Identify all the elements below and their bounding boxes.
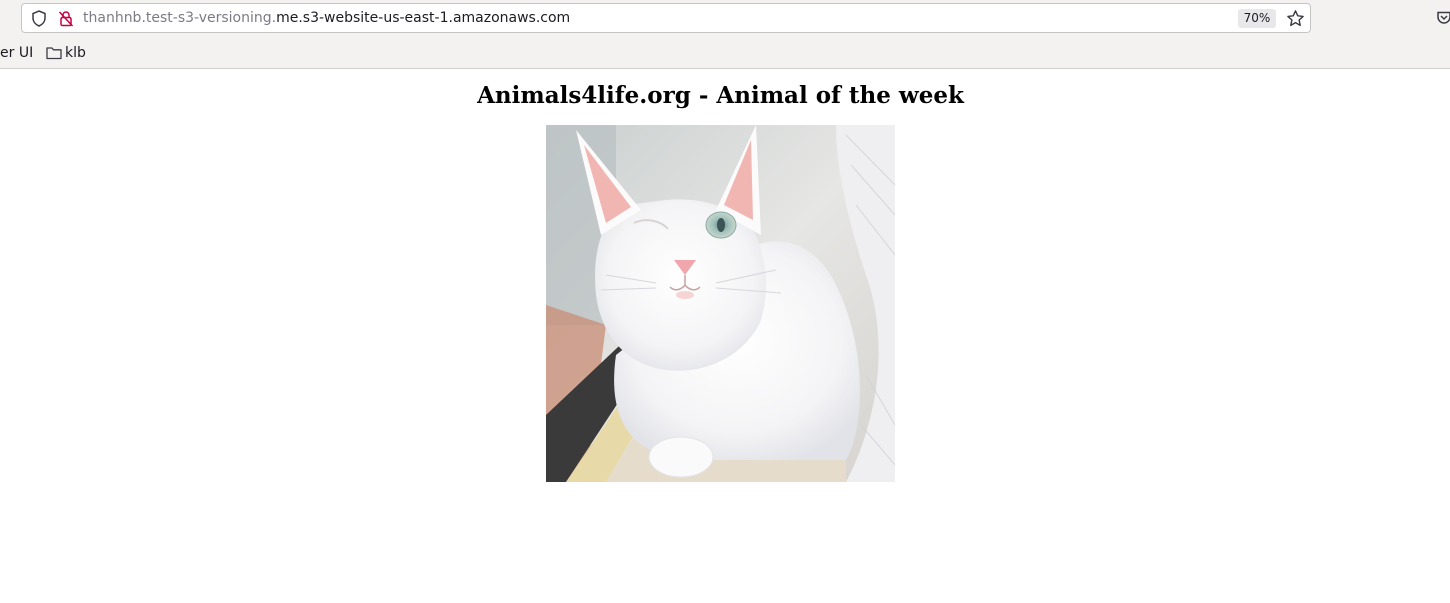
shield-icon[interactable] <box>31 10 47 27</box>
folder-icon <box>46 47 62 60</box>
url-text[interactable]: thanhnb.test-s3-versioning.me.s3-website… <box>83 9 570 27</box>
cat-photo <box>546 125 895 482</box>
lock-icon[interactable] <box>58 10 74 27</box>
page-title: Animals4life.org - Animal of the week <box>477 82 964 109</box>
bookmark-item-partial[interactable]: er UI <box>0 44 33 62</box>
url-host-domain: me.s3-website-us-east-1.amazonaws.com <box>276 10 571 26</box>
bookmark-label: er UI <box>0 45 34 61</box>
bookmark-label: klb <box>65 45 86 61</box>
pocket-icon[interactable] <box>1436 10 1450 26</box>
star-icon[interactable] <box>1286 9 1305 28</box>
bookmark-folder-klb[interactable]: klb <box>46 44 86 62</box>
zoom-level-button[interactable]: 70% <box>1238 9 1276 28</box>
url-host-prefix: thanhnb.test-s3-versioning. <box>83 10 277 26</box>
url-bar[interactable]: thanhnb.test-s3-versioning.me.s3-website… <box>21 3 1311 33</box>
browser-toolbar: thanhnb.test-s3-versioning.me.s3-website… <box>0 0 1450 69</box>
